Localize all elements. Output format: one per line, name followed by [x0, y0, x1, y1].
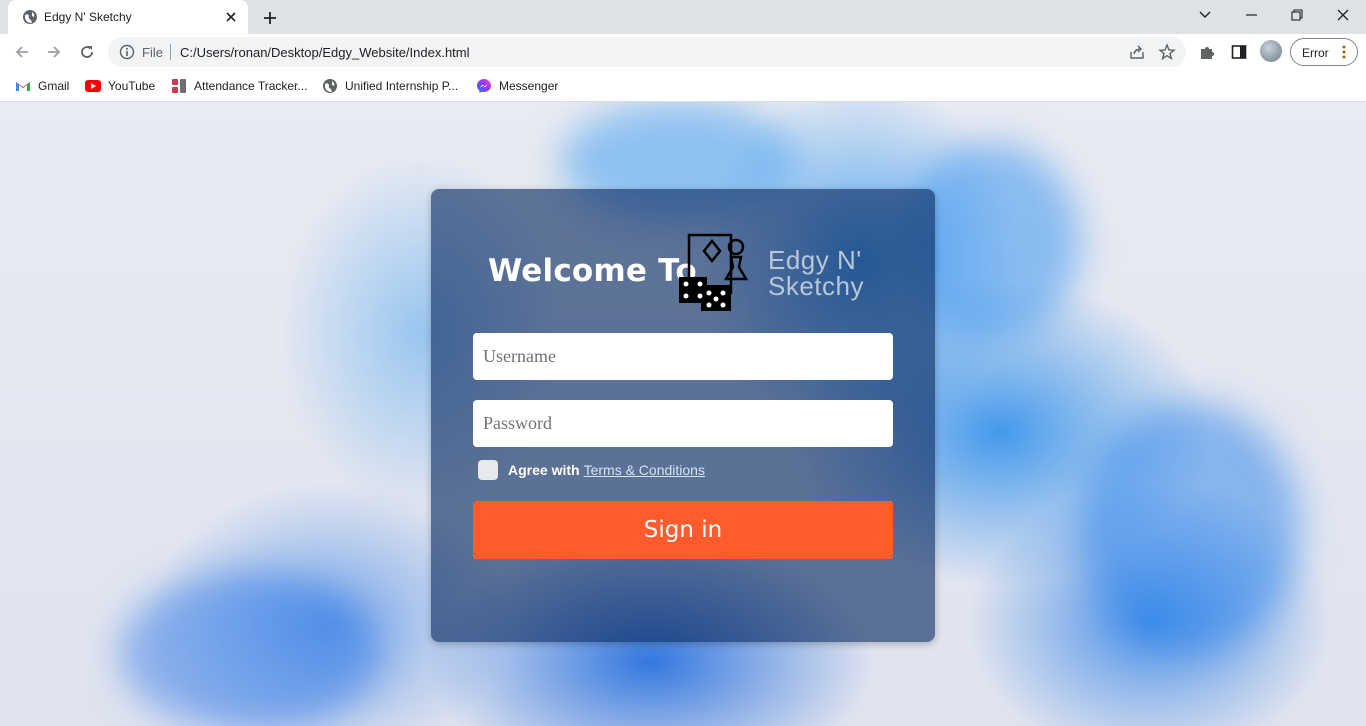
globe-icon — [322, 78, 338, 94]
bookmark-messenger[interactable]: Messenger — [476, 76, 558, 96]
tab-close-icon[interactable] — [222, 8, 240, 26]
ink-cloud — [1080, 402, 1300, 652]
bookmark-label: Gmail — [38, 79, 70, 93]
bookmark-star-icon[interactable] — [1158, 43, 1176, 61]
minimize-icon[interactable] — [1238, 4, 1264, 26]
bookmark-label: Attendance Tracker... — [194, 79, 308, 93]
tab-strip: Edgy N' Sketchy — [0, 0, 1366, 34]
logo-text-line2: Sketchy — [768, 271, 864, 301]
reload-icon[interactable] — [75, 40, 99, 64]
profile-avatar[interactable] — [1260, 40, 1282, 62]
back-icon[interactable] — [10, 40, 34, 64]
profile-error-button[interactable]: Error — [1290, 38, 1358, 66]
page-background: Welcome To Edgy N' Sketchy Agree with Te… — [0, 102, 1366, 726]
bookmark-attendance-tracker[interactable]: Attendance Tracker... — [171, 76, 307, 96]
terms-agreement-row: Agree with Terms & Conditions — [478, 459, 705, 481]
info-icon[interactable] — [119, 44, 135, 60]
dice-chess-logo-icon — [679, 233, 765, 313]
gmail-icon — [15, 78, 31, 94]
profile-error-label: Error — [1302, 46, 1329, 60]
bookmark-youtube[interactable]: YouTube — [85, 76, 155, 96]
password-input[interactable] — [473, 400, 893, 447]
share-icon[interactable] — [1128, 43, 1146, 61]
forward-icon[interactable] — [42, 40, 66, 64]
sign-in-button[interactable]: Sign in — [473, 501, 893, 559]
terms-link[interactable]: Terms & Conditions — [584, 462, 705, 478]
login-card: Welcome To Edgy N' Sketchy Agree with Te… — [431, 189, 935, 642]
attendance-icon — [171, 78, 187, 94]
agree-label: Agree with — [508, 462, 580, 478]
bookmarks-bar: Gmail YouTube Attendance Tracker... Unif… — [0, 70, 1366, 102]
tab-search-chevron-icon[interactable] — [1192, 4, 1218, 26]
messenger-icon — [476, 78, 492, 94]
new-tab-button[interactable] — [258, 6, 282, 30]
ink-cloud — [120, 572, 380, 726]
url-scheme: File — [142, 45, 163, 60]
restore-icon[interactable] — [1284, 4, 1310, 26]
side-panel-icon[interactable] — [1229, 42, 1249, 62]
toolbar: File C:/Users/ronan/Desktop/Edgy_Website… — [0, 34, 1366, 70]
username-input[interactable] — [473, 333, 893, 380]
extensions-puzzle-icon[interactable] — [1197, 42, 1217, 62]
agree-checkbox[interactable] — [478, 460, 498, 480]
close-window-icon[interactable] — [1330, 4, 1356, 26]
welcome-heading: Welcome To — [488, 253, 697, 289]
youtube-icon — [85, 78, 101, 94]
address-bar[interactable]: File C:/Users/ronan/Desktop/Edgy_Website… — [108, 37, 1186, 67]
tab-active[interactable]: Edgy N' Sketchy — [8, 0, 248, 34]
bookmark-label: Unified Internship P... — [345, 79, 459, 93]
bookmark-label: YouTube — [108, 79, 156, 93]
more-menu-icon[interactable] — [1342, 45, 1346, 59]
globe-icon — [22, 9, 38, 25]
url-divider — [170, 44, 171, 60]
url-text[interactable]: C:/Users/ronan/Desktop/Edgy_Website/Inde… — [180, 45, 470, 60]
bookmark-gmail[interactable]: Gmail — [15, 76, 69, 96]
bookmark-unified-internship[interactable]: Unified Internship P... — [322, 76, 458, 96]
tab-title: Edgy N' Sketchy — [44, 10, 132, 24]
bookmark-label: Messenger — [499, 79, 559, 93]
